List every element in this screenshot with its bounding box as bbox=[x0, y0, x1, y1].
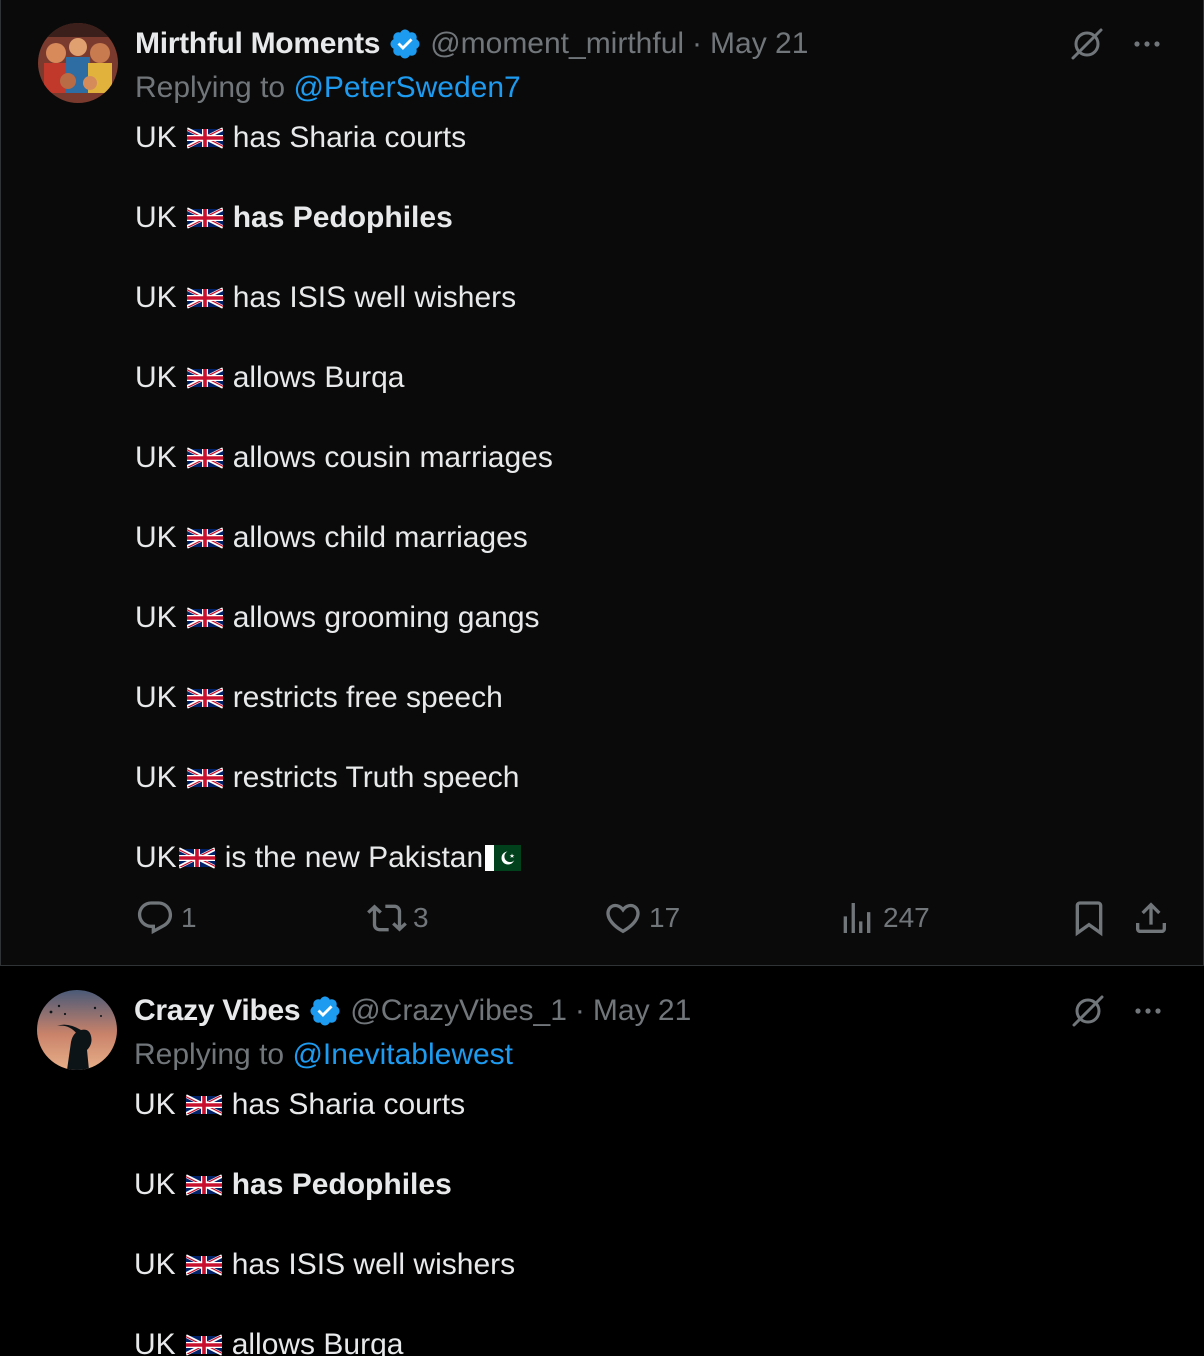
uk-flag-icon bbox=[186, 1092, 222, 1118]
avatar[interactable] bbox=[38, 23, 118, 103]
views-button[interactable]: 247 bbox=[837, 898, 930, 938]
line-text: allows cousin marriages bbox=[232, 441, 553, 474]
line-text: allows child marriages bbox=[232, 521, 528, 554]
line-prefix: UK bbox=[134, 1248, 176, 1281]
like-count: 17 bbox=[649, 902, 681, 933]
tweet[interactable]: Mirthful Moments @moment_mirthful · May … bbox=[0, 0, 1204, 966]
heart-icon bbox=[606, 903, 640, 934]
line-text: is the new Pakistan bbox=[224, 841, 484, 874]
tweet-header: Crazy Vibes @CrazyVibes_1 · May 21 bbox=[134, 991, 691, 1031]
tweet-line: UK has ISIS well wishers bbox=[135, 258, 553, 338]
line-prefix: UK bbox=[134, 1088, 176, 1121]
grok-icon[interactable] bbox=[1067, 24, 1107, 64]
tweet-line: UK allows cousin marriages bbox=[135, 418, 553, 498]
tweet-date[interactable]: May 21 bbox=[593, 994, 691, 1028]
verified-badge-icon[interactable] bbox=[308, 994, 342, 1028]
line-prefix: UK bbox=[135, 761, 177, 794]
uk-flag-icon bbox=[186, 1332, 222, 1356]
display-name[interactable]: Mirthful Moments bbox=[135, 27, 380, 61]
tweet-header: Mirthful Moments @moment_mirthful · May … bbox=[135, 24, 808, 64]
line-text: has ISIS well wishers bbox=[232, 281, 517, 314]
tweet-line: UK has Pedophiles bbox=[134, 1145, 515, 1225]
grok-icon[interactable] bbox=[1068, 991, 1108, 1031]
tweet-line: UK has ISIS well wishers bbox=[134, 1225, 515, 1305]
line-prefix: UK bbox=[135, 361, 177, 394]
uk-flag-icon bbox=[187, 525, 223, 551]
line-text: has Sharia courts bbox=[232, 121, 467, 154]
line-text: allows Burqa bbox=[232, 361, 405, 394]
uk-flag-icon bbox=[186, 1172, 222, 1198]
bookmark-button[interactable] bbox=[1069, 898, 1109, 938]
line-text: allows Burqa bbox=[231, 1328, 404, 1356]
line-text: has Sharia courts bbox=[231, 1088, 466, 1121]
uk-flag-icon bbox=[179, 845, 215, 871]
uk-flag-icon bbox=[187, 445, 223, 471]
verified-badge-icon[interactable] bbox=[388, 27, 422, 61]
separator: · bbox=[692, 27, 703, 60]
tweet-line: UK allows Burqa bbox=[135, 338, 553, 418]
like-button[interactable]: 17 bbox=[603, 898, 680, 938]
tweet-line: UK has Pedophiles bbox=[135, 178, 553, 258]
tweet-top-actions bbox=[1068, 991, 1168, 1031]
uk-flag-icon bbox=[187, 205, 223, 231]
tweet-line: UK restricts free speech bbox=[135, 658, 553, 738]
tweet[interactable]: Crazy Vibes @CrazyVibes_1 · May 21 Reply… bbox=[0, 967, 1204, 1356]
line-prefix: UK bbox=[135, 601, 177, 634]
line-text: has Pedophiles bbox=[231, 1168, 452, 1201]
tweet-line: UK restricts Truth speech bbox=[135, 738, 553, 818]
line-prefix: UK bbox=[135, 121, 177, 154]
user-handle[interactable]: @moment_mirthful bbox=[430, 27, 684, 61]
uk-flag-icon bbox=[186, 1252, 222, 1278]
line-text: allows grooming gangs bbox=[232, 601, 540, 634]
tweet-text: UK has Sharia courts UK has Pedophiles U… bbox=[135, 98, 553, 898]
tweet-top-actions bbox=[1067, 24, 1167, 64]
more-icon[interactable] bbox=[1127, 24, 1167, 64]
uk-flag-icon bbox=[187, 365, 223, 391]
tweet-line: UK is the new Pakistan bbox=[135, 818, 553, 898]
uk-flag-icon bbox=[187, 125, 223, 151]
separator: · bbox=[574, 994, 585, 1027]
views-count: 247 bbox=[883, 902, 930, 933]
share-icon bbox=[1136, 902, 1166, 933]
uk-flag-icon bbox=[187, 765, 223, 791]
reply-count: 1 bbox=[181, 902, 197, 933]
bookmark-icon bbox=[1075, 901, 1103, 937]
uk-flag-icon bbox=[187, 605, 223, 631]
retweet-button[interactable]: 3 bbox=[367, 898, 429, 938]
line-text: restricts free speech bbox=[232, 681, 503, 714]
tweet-actions: 1 3 17 247 bbox=[135, 898, 1171, 946]
display-name[interactable]: Crazy Vibes bbox=[134, 994, 301, 1028]
reply-icon bbox=[137, 901, 173, 935]
line-text: restricts Truth speech bbox=[232, 761, 520, 794]
reply-button[interactable]: 1 bbox=[135, 898, 197, 938]
user-handle[interactable]: @CrazyVibes_1 bbox=[350, 994, 567, 1028]
retweet-icon bbox=[367, 904, 407, 932]
line-prefix: UK bbox=[135, 521, 177, 554]
tweet-line: UK allows child marriages bbox=[135, 498, 553, 578]
line-prefix: UK bbox=[135, 841, 177, 874]
retweet-count: 3 bbox=[413, 902, 429, 933]
uk-flag-icon bbox=[187, 685, 223, 711]
avatar[interactable] bbox=[37, 990, 117, 1070]
tweet-line: UK allows grooming gangs bbox=[135, 578, 553, 658]
tweet-date[interactable]: May 21 bbox=[710, 27, 808, 61]
timeline: Mirthful Moments @moment_mirthful · May … bbox=[0, 0, 1204, 1356]
line-prefix: UK bbox=[135, 681, 177, 714]
views-icon bbox=[843, 903, 871, 933]
more-icon[interactable] bbox=[1128, 991, 1168, 1031]
share-button[interactable] bbox=[1131, 898, 1171, 938]
tweet-line: UK has Sharia courts bbox=[134, 1065, 515, 1145]
tweet-text: UK has Sharia courts UK has Pedophiles U… bbox=[134, 1065, 515, 1356]
line-prefix: UK bbox=[135, 441, 177, 474]
tweet-line: UK has Sharia courts bbox=[135, 98, 553, 178]
pakistan-flag-icon bbox=[485, 845, 521, 871]
line-prefix: UK bbox=[134, 1328, 176, 1356]
line-text: has ISIS well wishers bbox=[231, 1248, 516, 1281]
line-prefix: UK bbox=[135, 281, 177, 314]
line-text: has Pedophiles bbox=[232, 201, 453, 234]
line-prefix: UK bbox=[135, 201, 177, 234]
tweet-line: UK allows Burqa bbox=[134, 1305, 515, 1356]
line-prefix: UK bbox=[134, 1168, 176, 1201]
uk-flag-icon bbox=[187, 285, 223, 311]
